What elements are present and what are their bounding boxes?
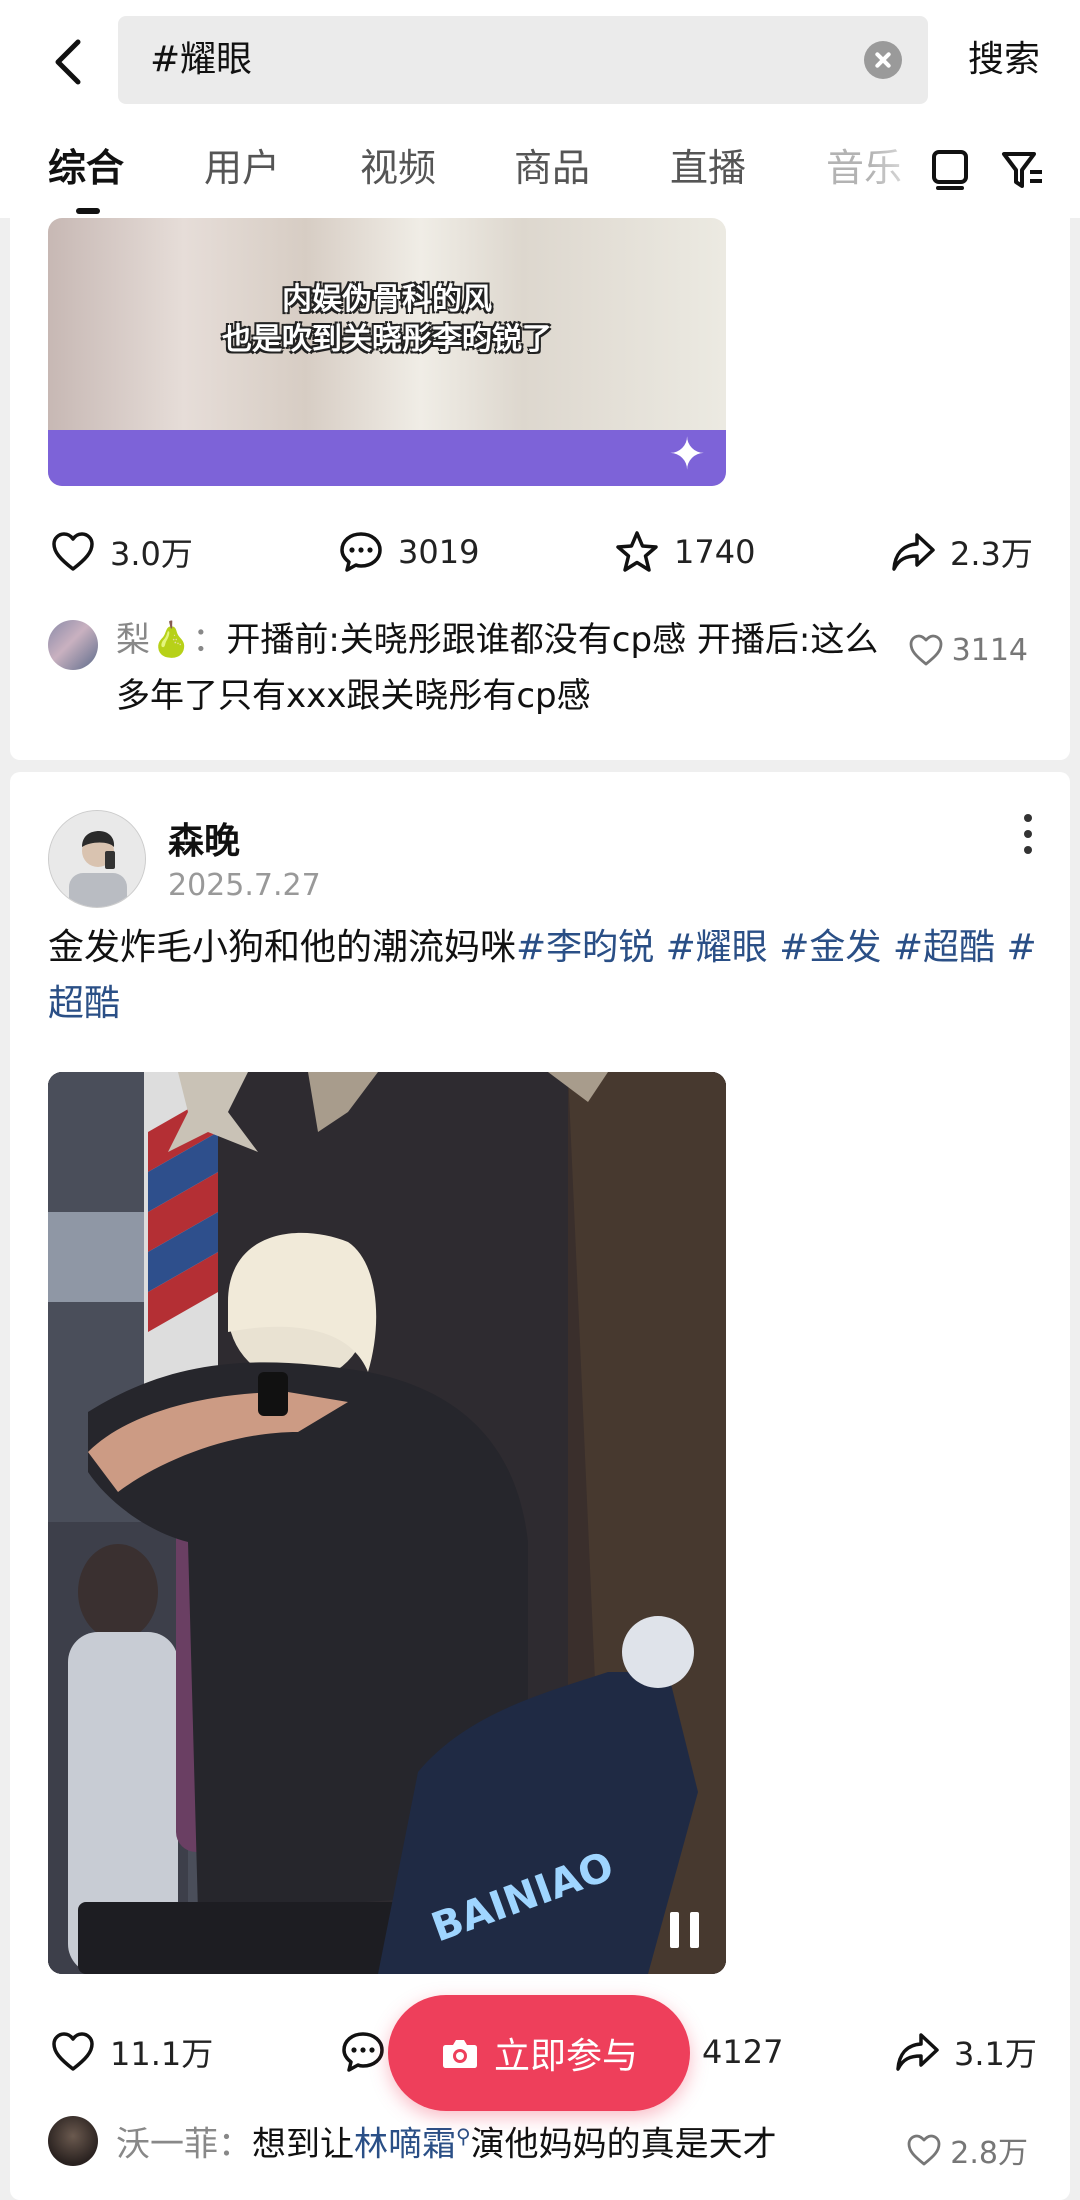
star-icon: [616, 531, 658, 572]
share-count: 2.3万: [950, 535, 1033, 573]
thumbnail-strip: [48, 430, 726, 486]
comment-separator: ：: [192, 620, 227, 660]
favorite-button[interactable]: 4127: [688, 2022, 783, 2082]
favorite-count: 4127: [702, 2033, 784, 2071]
comment-icon: [340, 532, 382, 572]
comment-text-wrap: 梨🍐：开播前:关晓彤跟谁都没有cp感 开播后:这么多年了只有xxx跟关晓彤有cp…: [116, 612, 906, 724]
like-count: 3.0万: [110, 535, 193, 573]
heart-icon: [52, 532, 94, 571]
comment-icon: [342, 2032, 384, 2072]
tab-general[interactable]: 综合: [48, 132, 124, 204]
filter-icon[interactable]: [1000, 148, 1044, 192]
action-bar: 3.0万 3019 1740 2.3万: [10, 522, 1070, 582]
search-button[interactable]: 搜索: [968, 16, 1040, 104]
favorite-button[interactable]: 1740: [614, 522, 755, 582]
more-options-icon[interactable]: [1022, 814, 1034, 858]
layout-toggle-icon[interactable]: [930, 148, 970, 192]
heart-icon: [907, 2134, 941, 2166]
like-button[interactable]: 3.0万: [50, 522, 193, 582]
pause-icon[interactable]: [670, 1912, 700, 1948]
share-button[interactable]: 2.3万: [890, 522, 1033, 582]
comment-like-button[interactable]: 3114: [908, 632, 1028, 668]
comment-like-count: 3114: [951, 632, 1028, 668]
search-small-icon: ⚲: [456, 2124, 471, 2148]
share-icon: [896, 2033, 939, 2071]
favorite-count: 1740: [674, 533, 756, 571]
tab-users[interactable]: 用户: [204, 132, 280, 204]
comment-like-button[interactable]: 2.8万: [906, 2128, 1028, 2172]
back-arrow-icon[interactable]: [40, 32, 100, 92]
like-button[interactable]: 11.1万: [50, 2022, 213, 2082]
heart-icon: [52, 2032, 94, 2071]
mention-link[interactable]: 林嘀霜: [354, 2124, 456, 2164]
sparkle-icon: ✦: [668, 429, 706, 480]
clear-icon[interactable]: [864, 41, 902, 79]
author-name[interactable]: 森晚: [168, 812, 240, 864]
video-player[interactable]: BAINIAO: [48, 1072, 726, 1974]
comment-separator: ：: [218, 2124, 252, 2165]
join-button[interactable]: 立即参与: [388, 1995, 690, 2111]
thumbnail-caption: 也是吹到关晓彤李昀锐了: [222, 322, 552, 357]
share-count: 3.1万: [954, 2035, 1037, 2073]
post-caption: 金发炸毛小狗和他的潮流妈咪#李昀锐 #耀眼 #金发 #超酷 #超酷: [48, 888, 1038, 1032]
share-icon: [892, 533, 935, 571]
comment-text: 演他妈妈的真是天才: [470, 2124, 777, 2165]
comment-text-wrap: 沃一菲：想到让林嘀霜⚲演他妈妈的真是天才: [116, 2108, 906, 2172]
post-card[interactable]: 内娱伪骨科的风 也是吹到关晓彤李昀锐了 ✦ 3.0万 3019 1740 2.3…: [10, 150, 1070, 760]
camera-icon: [442, 2040, 477, 2068]
tab-videos[interactable]: 视频: [360, 132, 436, 204]
comment-button[interactable]: 3019: [338, 522, 479, 582]
video-thumbnail[interactable]: 内娱伪骨科的风 也是吹到关晓彤李昀锐了 ✦: [48, 218, 726, 486]
post-card[interactable]: 森晚 2025.7.27 金发炸毛小狗和他的潮流妈咪#李昀锐 #耀眼 #金发 #…: [10, 772, 1070, 2200]
avatar[interactable]: [48, 620, 98, 670]
avatar[interactable]: [48, 2116, 98, 2166]
comment-like-count: 2.8万: [950, 2136, 1028, 2171]
join-button-label: 立即参与: [493, 2036, 638, 2077]
caption-text: 金发炸毛小狗和他的潮流妈咪: [48, 927, 517, 968]
comment-count: 3019: [398, 533, 480, 571]
tab-live[interactable]: 直播: [670, 132, 746, 204]
comment-text: 想到让: [252, 2124, 354, 2165]
like-count: 11.1万: [110, 2035, 214, 2073]
share-button[interactable]: 3.1万: [894, 2022, 1037, 2082]
search-query[interactable]: #耀眼: [150, 16, 252, 104]
search-input[interactable]: #耀眼: [118, 16, 928, 104]
active-tab-indicator: [76, 208, 100, 214]
heart-icon: [909, 634, 943, 666]
commenter-name[interactable]: 沃一菲: [116, 2124, 218, 2164]
thumbnail-caption: 内娱伪骨科的风: [282, 282, 492, 317]
video-frame: BAINIAO: [48, 1072, 726, 1974]
tab-products[interactable]: 商品: [514, 132, 590, 204]
commenter-name[interactable]: 梨🍐: [116, 620, 192, 660]
comment-text: 开播前:关晓彤跟谁都没有cp感 开播后:这么多年了只有xxx跟关晓彤有cp感: [116, 620, 879, 716]
